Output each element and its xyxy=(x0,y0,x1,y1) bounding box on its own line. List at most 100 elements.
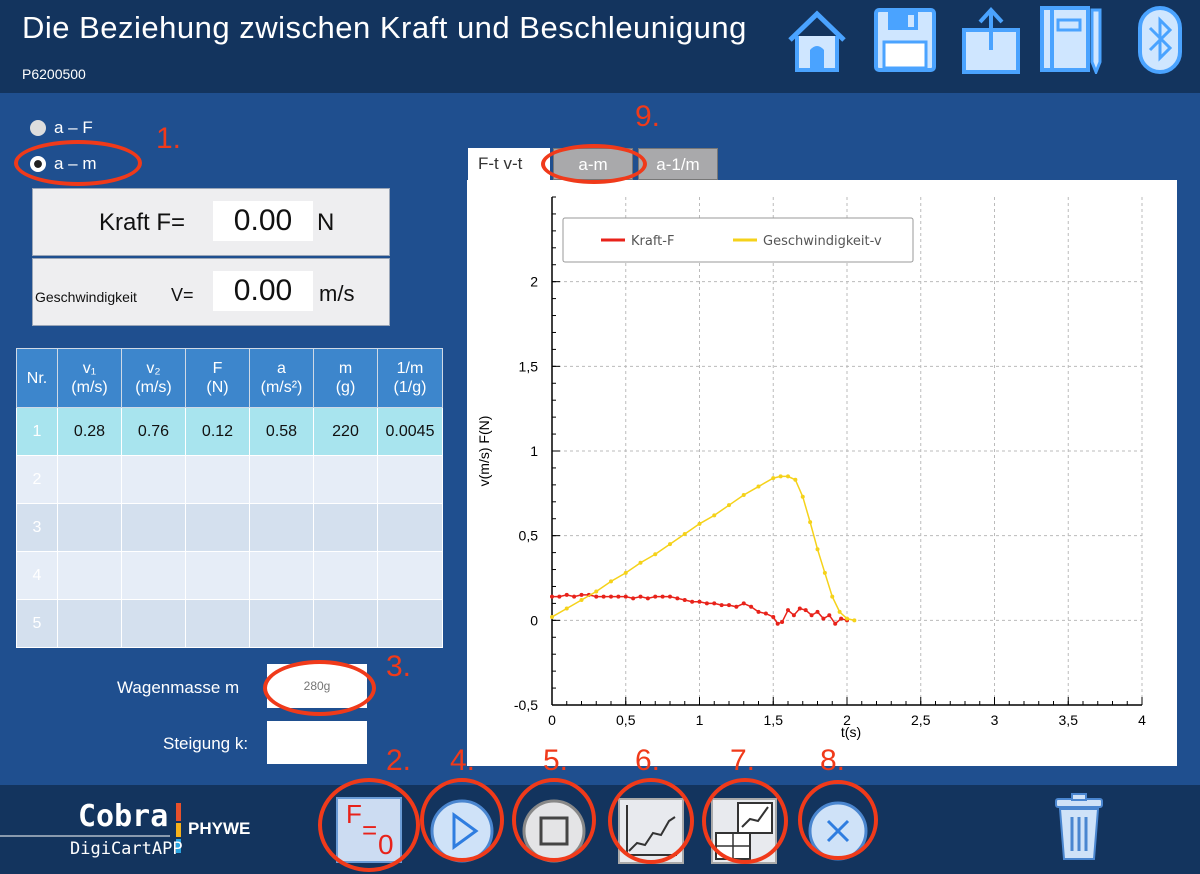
header-v2: v₂ (m/s) xyxy=(121,348,186,408)
cell-inv-m xyxy=(377,599,443,648)
series-point-0 xyxy=(821,616,826,621)
notebook-icon[interactable] xyxy=(1038,6,1104,74)
table-row[interactable]: 4 xyxy=(16,551,443,600)
y-tick-label: 0,5 xyxy=(519,528,539,544)
cell-a: 0.58 xyxy=(249,407,314,456)
series-point-0 xyxy=(803,608,808,613)
row-number: 3 xyxy=(16,503,58,552)
series-point-0 xyxy=(557,594,562,599)
series-line-1 xyxy=(551,475,855,622)
series-point-0 xyxy=(616,594,621,599)
cell-f xyxy=(185,455,250,504)
series-point-0 xyxy=(712,601,717,606)
series-point-1 xyxy=(682,531,687,536)
cell-a xyxy=(249,455,314,504)
series-point-0 xyxy=(690,599,695,604)
series-point-0 xyxy=(579,592,584,597)
annotation-8: 8. xyxy=(820,744,846,777)
speed-value: 0.00 xyxy=(213,271,313,311)
annotation-3: 3. xyxy=(386,650,412,683)
tab-ft-vt[interactable]: F-t v-t xyxy=(468,148,550,180)
cell-f xyxy=(185,551,250,600)
x-tick-label: 0 xyxy=(548,712,556,728)
radio-a-f[interactable]: a – F xyxy=(30,118,93,138)
brand-company: PHYWE xyxy=(188,819,251,838)
annotation-6: 6. xyxy=(635,744,661,777)
series-point-1 xyxy=(668,542,672,547)
series-point-0 xyxy=(833,621,838,626)
bluetooth-icon[interactable] xyxy=(1130,6,1196,74)
series-point-1 xyxy=(741,493,746,498)
annotation-ring-zero xyxy=(318,778,420,872)
series-point-0 xyxy=(668,594,672,599)
series-point-0 xyxy=(809,613,814,618)
series-point-0 xyxy=(775,621,780,626)
y-axis-label: v(m/s) F(N) xyxy=(476,416,492,487)
cell-v2 xyxy=(121,455,186,504)
cell-inv-m xyxy=(377,503,443,552)
series-point-0 xyxy=(631,596,636,601)
legend-label-1: Geschwindigkeit-v xyxy=(763,234,882,249)
cell-inv-m: 0.0045 xyxy=(377,407,443,456)
series-point-0 xyxy=(756,609,761,614)
series-point-0 xyxy=(839,616,844,621)
x-tick-label: 3 xyxy=(991,712,999,728)
cell-v2 xyxy=(121,551,186,600)
series-point-0 xyxy=(550,594,554,599)
x-tick-label: 2,5 xyxy=(911,712,931,728)
cell-m xyxy=(313,551,378,600)
series-point-1 xyxy=(778,474,783,479)
series-point-1 xyxy=(793,477,798,482)
cell-v1 xyxy=(57,551,122,600)
series-point-0 xyxy=(741,601,746,606)
slope-field[interactable] xyxy=(267,721,367,764)
speed-var: V= xyxy=(171,285,194,305)
table-row[interactable]: 3 xyxy=(16,503,443,552)
series-point-0 xyxy=(734,604,739,609)
cell-v1 xyxy=(57,455,122,504)
table-row[interactable]: 5 xyxy=(16,599,443,648)
cell-f xyxy=(185,599,250,648)
cell-v2 xyxy=(121,599,186,648)
page-title: Die Beziehung zwischen Kraft und Beschle… xyxy=(22,10,747,45)
force-value: 0.00 xyxy=(213,201,313,241)
cell-f: 0.12 xyxy=(185,407,250,456)
annotation-5: 5. xyxy=(543,744,569,777)
series-point-1 xyxy=(727,503,731,508)
series-point-0 xyxy=(623,594,628,599)
legend-label-0: Kraft-F xyxy=(631,234,674,249)
force-readout-box: Kraft F= 0.00 N xyxy=(32,188,390,256)
series-point-1 xyxy=(837,609,842,614)
cell-v1 xyxy=(57,503,122,552)
series-point-1 xyxy=(771,476,776,481)
annotation-1: 1. xyxy=(156,122,182,155)
series-point-1 xyxy=(815,547,820,552)
series-point-0 xyxy=(719,603,724,608)
tab-a-1m[interactable]: a-1/m xyxy=(638,148,718,180)
y-tick-label: 1,5 xyxy=(519,358,539,374)
annotation-4: 4. xyxy=(450,744,476,777)
annotation-2: 2. xyxy=(386,744,412,777)
table-row[interactable]: 2 xyxy=(16,455,443,504)
header-inv-m: 1/m (1/g) xyxy=(377,348,443,408)
cell-v2 xyxy=(121,503,186,552)
trash-icon[interactable] xyxy=(1050,793,1108,863)
save-icon[interactable] xyxy=(872,6,938,74)
export-icon[interactable] xyxy=(958,6,1024,74)
home-icon[interactable] xyxy=(784,6,850,74)
cell-m xyxy=(313,503,378,552)
series-point-1 xyxy=(638,560,643,565)
table-row[interactable]: 1 0.28 0.76 0.12 0.58 220 0.0045 xyxy=(16,407,443,456)
series-point-1 xyxy=(808,520,813,525)
y-tick-label: 1 xyxy=(530,443,538,459)
x-tick-label: 4 xyxy=(1138,712,1146,728)
series-point-0 xyxy=(704,601,709,606)
series-point-0 xyxy=(780,620,785,625)
y-tick-label: 2 xyxy=(530,274,538,290)
chart-svg: 0 0,5 1 1,5 2 2,5 3 3,5 4-0,500,511,52t(s)v(m/s)… xyxy=(476,196,1146,740)
speed-readout-box: Geschwindigkeit V= 0.00 m/s xyxy=(32,258,390,326)
series-point-1 xyxy=(830,594,835,599)
mass-label: Wagenmasse m xyxy=(117,678,240,697)
series-point-1 xyxy=(786,474,790,479)
annotation-ring-close xyxy=(798,780,878,860)
